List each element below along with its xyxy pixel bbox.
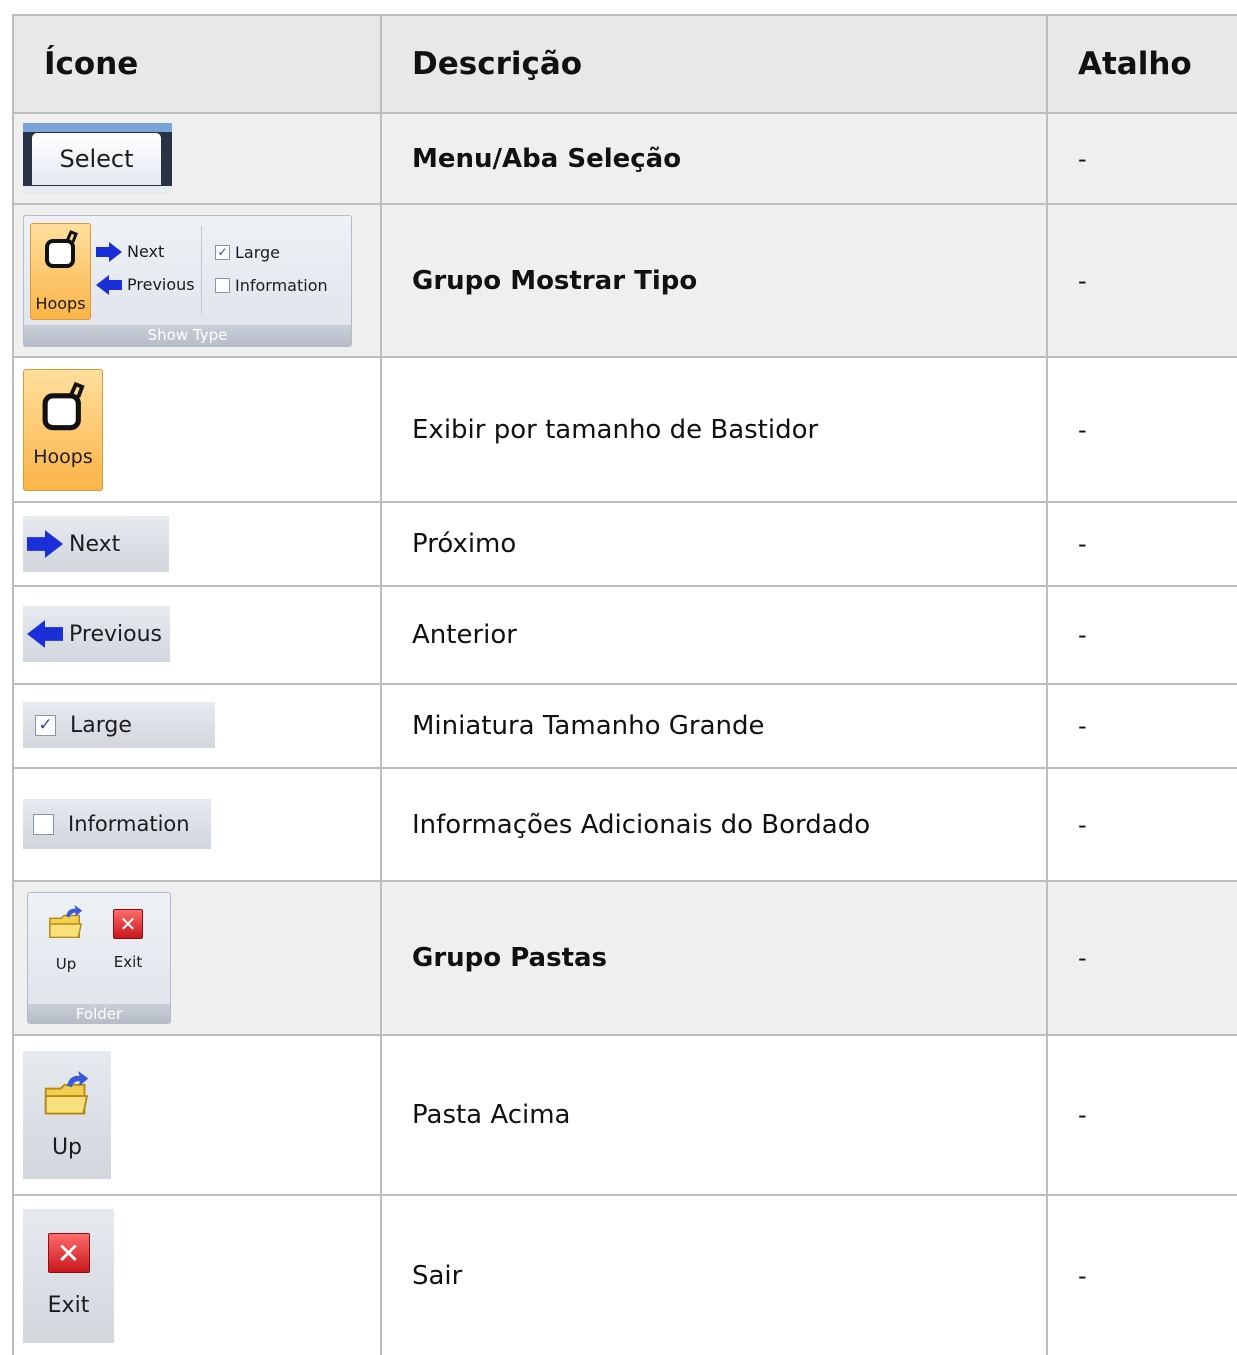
exit-label: Exit bbox=[113, 953, 143, 971]
select-tab-label: Select bbox=[32, 133, 161, 185]
up-label: Up bbox=[51, 1134, 83, 1160]
up-label: Up bbox=[55, 955, 77, 973]
close-x-icon: ✕ bbox=[113, 909, 143, 939]
row-description: Anterior bbox=[380, 585, 1048, 685]
arrow-left-icon bbox=[27, 620, 63, 648]
exit-button[interactable]: ✕ Exit bbox=[23, 1208, 114, 1343]
exit-label: Exit bbox=[47, 1293, 90, 1318]
row-shortcut: - bbox=[1046, 880, 1237, 1036]
row-shortcut: - bbox=[1046, 112, 1237, 205]
row-description: Miniatura Tamanho Grande bbox=[380, 683, 1048, 769]
table-row: Hoops Next Previous ✓ Large Information … bbox=[12, 203, 1237, 358]
next-label: Next bbox=[69, 531, 121, 557]
previous-button[interactable]: Previous bbox=[96, 274, 195, 295]
row-shortcut: - bbox=[1046, 1194, 1237, 1355]
hoops-button[interactable]: Hoops bbox=[23, 368, 103, 491]
large-label: Large bbox=[235, 242, 281, 262]
select-tab[interactable]: Select bbox=[23, 123, 172, 194]
hoops-label: Hoops bbox=[33, 445, 93, 468]
header-icon: Ícone bbox=[12, 14, 382, 114]
next-button[interactable]: Next bbox=[96, 241, 165, 262]
previous-label: Previous bbox=[69, 621, 162, 647]
arrow-left-icon bbox=[96, 274, 122, 295]
exit-button[interactable]: ✕ Exit bbox=[106, 909, 150, 971]
table-row: Next Próximo - bbox=[12, 501, 1237, 587]
information-label: Information bbox=[68, 812, 190, 836]
row-description: Grupo Pastas bbox=[380, 880, 1048, 1036]
icon-cell: Previous bbox=[12, 585, 382, 685]
table-row: Previous Anterior - bbox=[12, 585, 1237, 685]
row-shortcut: - bbox=[1046, 683, 1237, 769]
table-header-row: Ícone Descrição Atalho bbox=[12, 14, 1237, 114]
information-label: Information bbox=[235, 275, 328, 295]
show-type-caption: Show Type bbox=[24, 324, 351, 346]
row-shortcut: - bbox=[1046, 501, 1237, 587]
hoops-button[interactable]: Hoops bbox=[30, 222, 91, 320]
icon-cell: ✕ Exit bbox=[12, 1194, 382, 1355]
icon-cell: Information bbox=[12, 767, 382, 882]
up-button[interactable]: Up bbox=[44, 905, 88, 973]
table-row: Information Informações Adicionais do Bo… bbox=[12, 767, 1237, 882]
row-description: Exibir por tamanho de Bastidor bbox=[380, 356, 1048, 503]
row-description: Sair bbox=[380, 1194, 1048, 1355]
row-shortcut: - bbox=[1046, 767, 1237, 882]
row-shortcut: - bbox=[1046, 356, 1237, 503]
hoops-label: Hoops bbox=[35, 293, 86, 313]
icon-cell: Hoops bbox=[12, 356, 382, 503]
arrow-right-icon bbox=[27, 530, 63, 558]
large-checkbox[interactable]: ✓ Large bbox=[23, 702, 215, 748]
close-x-icon: ✕ bbox=[47, 1233, 90, 1273]
row-description: Informações Adicionais do Bordado bbox=[380, 767, 1048, 882]
information-checkbox[interactable]: Information bbox=[23, 799, 211, 849]
row-description: Grupo Mostrar Tipo bbox=[380, 203, 1048, 358]
folder-group: Up ✕ Exit Folder bbox=[27, 892, 171, 1024]
row-description: Menu/Aba Seleção bbox=[380, 112, 1048, 205]
show-type-group: Hoops Next Previous ✓ Large Information … bbox=[23, 214, 352, 347]
header-shortcut: Atalho bbox=[1046, 14, 1237, 114]
checkbox-empty-icon bbox=[215, 277, 230, 293]
checkbox-empty-icon bbox=[33, 813, 54, 835]
large-label: Large bbox=[70, 712, 132, 738]
folder-up-icon bbox=[44, 1070, 89, 1114]
group-separator bbox=[201, 225, 202, 314]
table-row: Hoops Exibir por tamanho de Bastidor - bbox=[12, 356, 1237, 503]
row-description: Próximo bbox=[380, 501, 1048, 587]
next-label: Next bbox=[127, 242, 165, 261]
row-description: Pasta Acima bbox=[380, 1034, 1048, 1196]
next-button[interactable]: Next bbox=[23, 516, 169, 572]
table-row: Up Pasta Acima - bbox=[12, 1034, 1237, 1196]
previous-button[interactable]: Previous bbox=[23, 606, 170, 662]
checkbox-checked-icon: ✓ bbox=[215, 244, 230, 260]
table-row: ✓ Large Miniatura Tamanho Grande - bbox=[12, 683, 1237, 769]
icon-cell: Hoops Next Previous ✓ Large Information … bbox=[12, 203, 382, 358]
folder-caption: Folder bbox=[28, 1004, 170, 1023]
row-shortcut: - bbox=[1046, 1034, 1237, 1196]
icon-cell: Next bbox=[12, 501, 382, 587]
folder-up-icon bbox=[49, 905, 83, 939]
icon-cell: Select bbox=[12, 112, 382, 205]
icon-reference-table: Ícone Descrição Atalho Select Menu/Aba S… bbox=[12, 14, 1237, 1355]
table-row: Up ✕ Exit Folder Grupo Pastas - bbox=[12, 880, 1237, 1036]
table-row: ✕ Exit Sair - bbox=[12, 1194, 1237, 1355]
table-row: Select Menu/Aba Seleção - bbox=[12, 112, 1237, 205]
checkbox-checked-icon: ✓ bbox=[35, 714, 56, 736]
previous-label: Previous bbox=[127, 275, 195, 294]
hoop-frame-icon bbox=[42, 381, 85, 430]
information-checkbox[interactable]: Information bbox=[215, 276, 328, 295]
hoop-frame-icon bbox=[44, 229, 78, 268]
icon-cell: Up ✕ Exit Folder bbox=[12, 880, 382, 1036]
icon-cell: ✓ Large bbox=[12, 683, 382, 769]
row-shortcut: - bbox=[1046, 585, 1237, 685]
up-button[interactable]: Up bbox=[23, 1051, 111, 1179]
row-shortcut: - bbox=[1046, 203, 1237, 358]
large-checkbox[interactable]: ✓ Large bbox=[215, 243, 280, 262]
arrow-right-icon bbox=[96, 241, 122, 262]
header-description: Descrição bbox=[380, 14, 1048, 114]
icon-cell: Up bbox=[12, 1034, 382, 1196]
